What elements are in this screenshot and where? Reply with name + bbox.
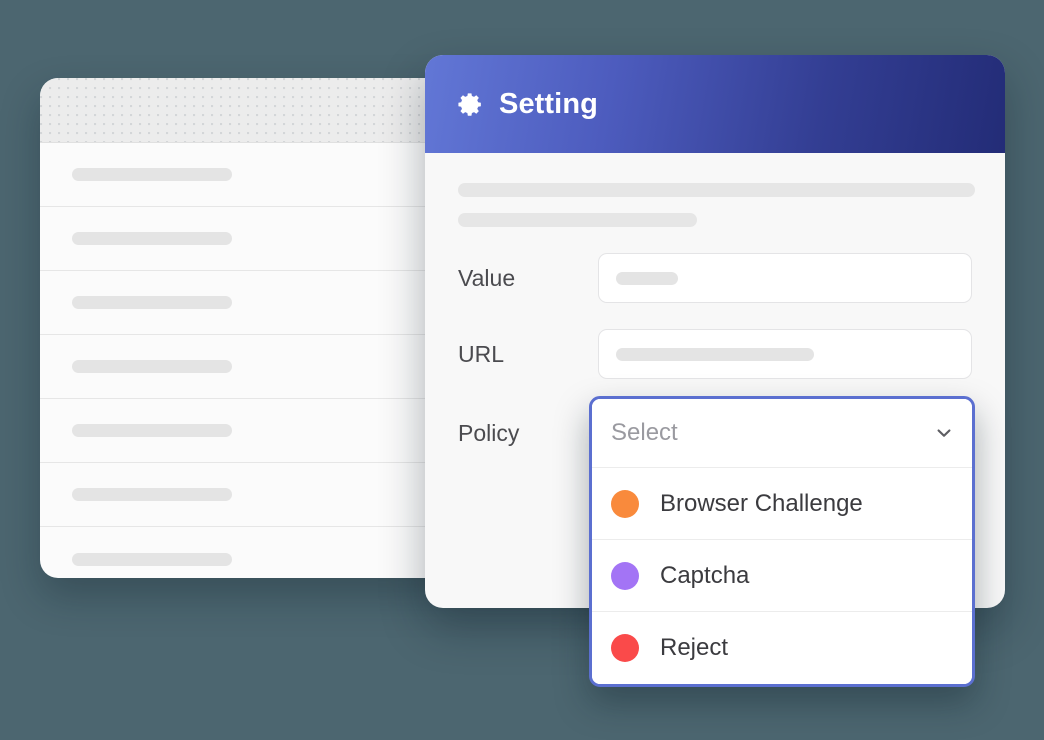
option-color-dot [611,634,639,662]
option-label: Captcha [660,561,750,589]
chevron-down-icon[interactable] [934,423,954,443]
table-row-label-placeholder [72,424,232,437]
table-row-label-placeholder [72,168,232,181]
table-row-label-placeholder [72,232,232,245]
description-placeholder-line-2 [458,213,697,227]
policy-dropdown-option[interactable]: Reject [592,612,972,684]
table-row-label-placeholder [72,360,232,373]
settings-form: Value URL [425,153,1005,379]
policy-dropdown[interactable]: Select Browser Challenge Captcha Reject [589,396,975,687]
url-input[interactable] [598,329,972,379]
screen: Setting Value URL Policy Select Browser … [0,0,1044,740]
settings-card-header: Setting [425,55,1005,153]
option-color-dot [611,489,639,518]
table-row-label-placeholder [72,552,232,566]
gear-icon [457,91,484,118]
option-color-dot [611,561,639,590]
policy-dropdown-control[interactable]: Select [592,399,972,468]
field-row-value: Value [458,253,972,303]
policy-dropdown-placeholder: Select [611,419,678,446]
policy-dropdown-option[interactable]: Browser Challenge [592,468,972,540]
value-input[interactable] [598,253,972,303]
value-input-content [616,271,678,285]
url-input-content [616,347,814,361]
policy-field-label: Policy [458,420,520,446]
value-field-label: Value [458,264,516,291]
description-placeholder-line-1 [458,183,975,197]
settings-title: Setting [499,87,598,120]
table-row-label-placeholder [72,296,232,309]
url-field-label: URL [458,340,505,367]
option-label: Reject [660,634,729,661]
option-label: Browser Challenge [660,489,863,517]
table-row-label-placeholder [72,488,232,501]
field-row-url: URL [458,329,972,379]
policy-dropdown-options: Browser Challenge Captcha Reject [592,468,972,684]
policy-dropdown-option[interactable]: Captcha [592,540,972,612]
